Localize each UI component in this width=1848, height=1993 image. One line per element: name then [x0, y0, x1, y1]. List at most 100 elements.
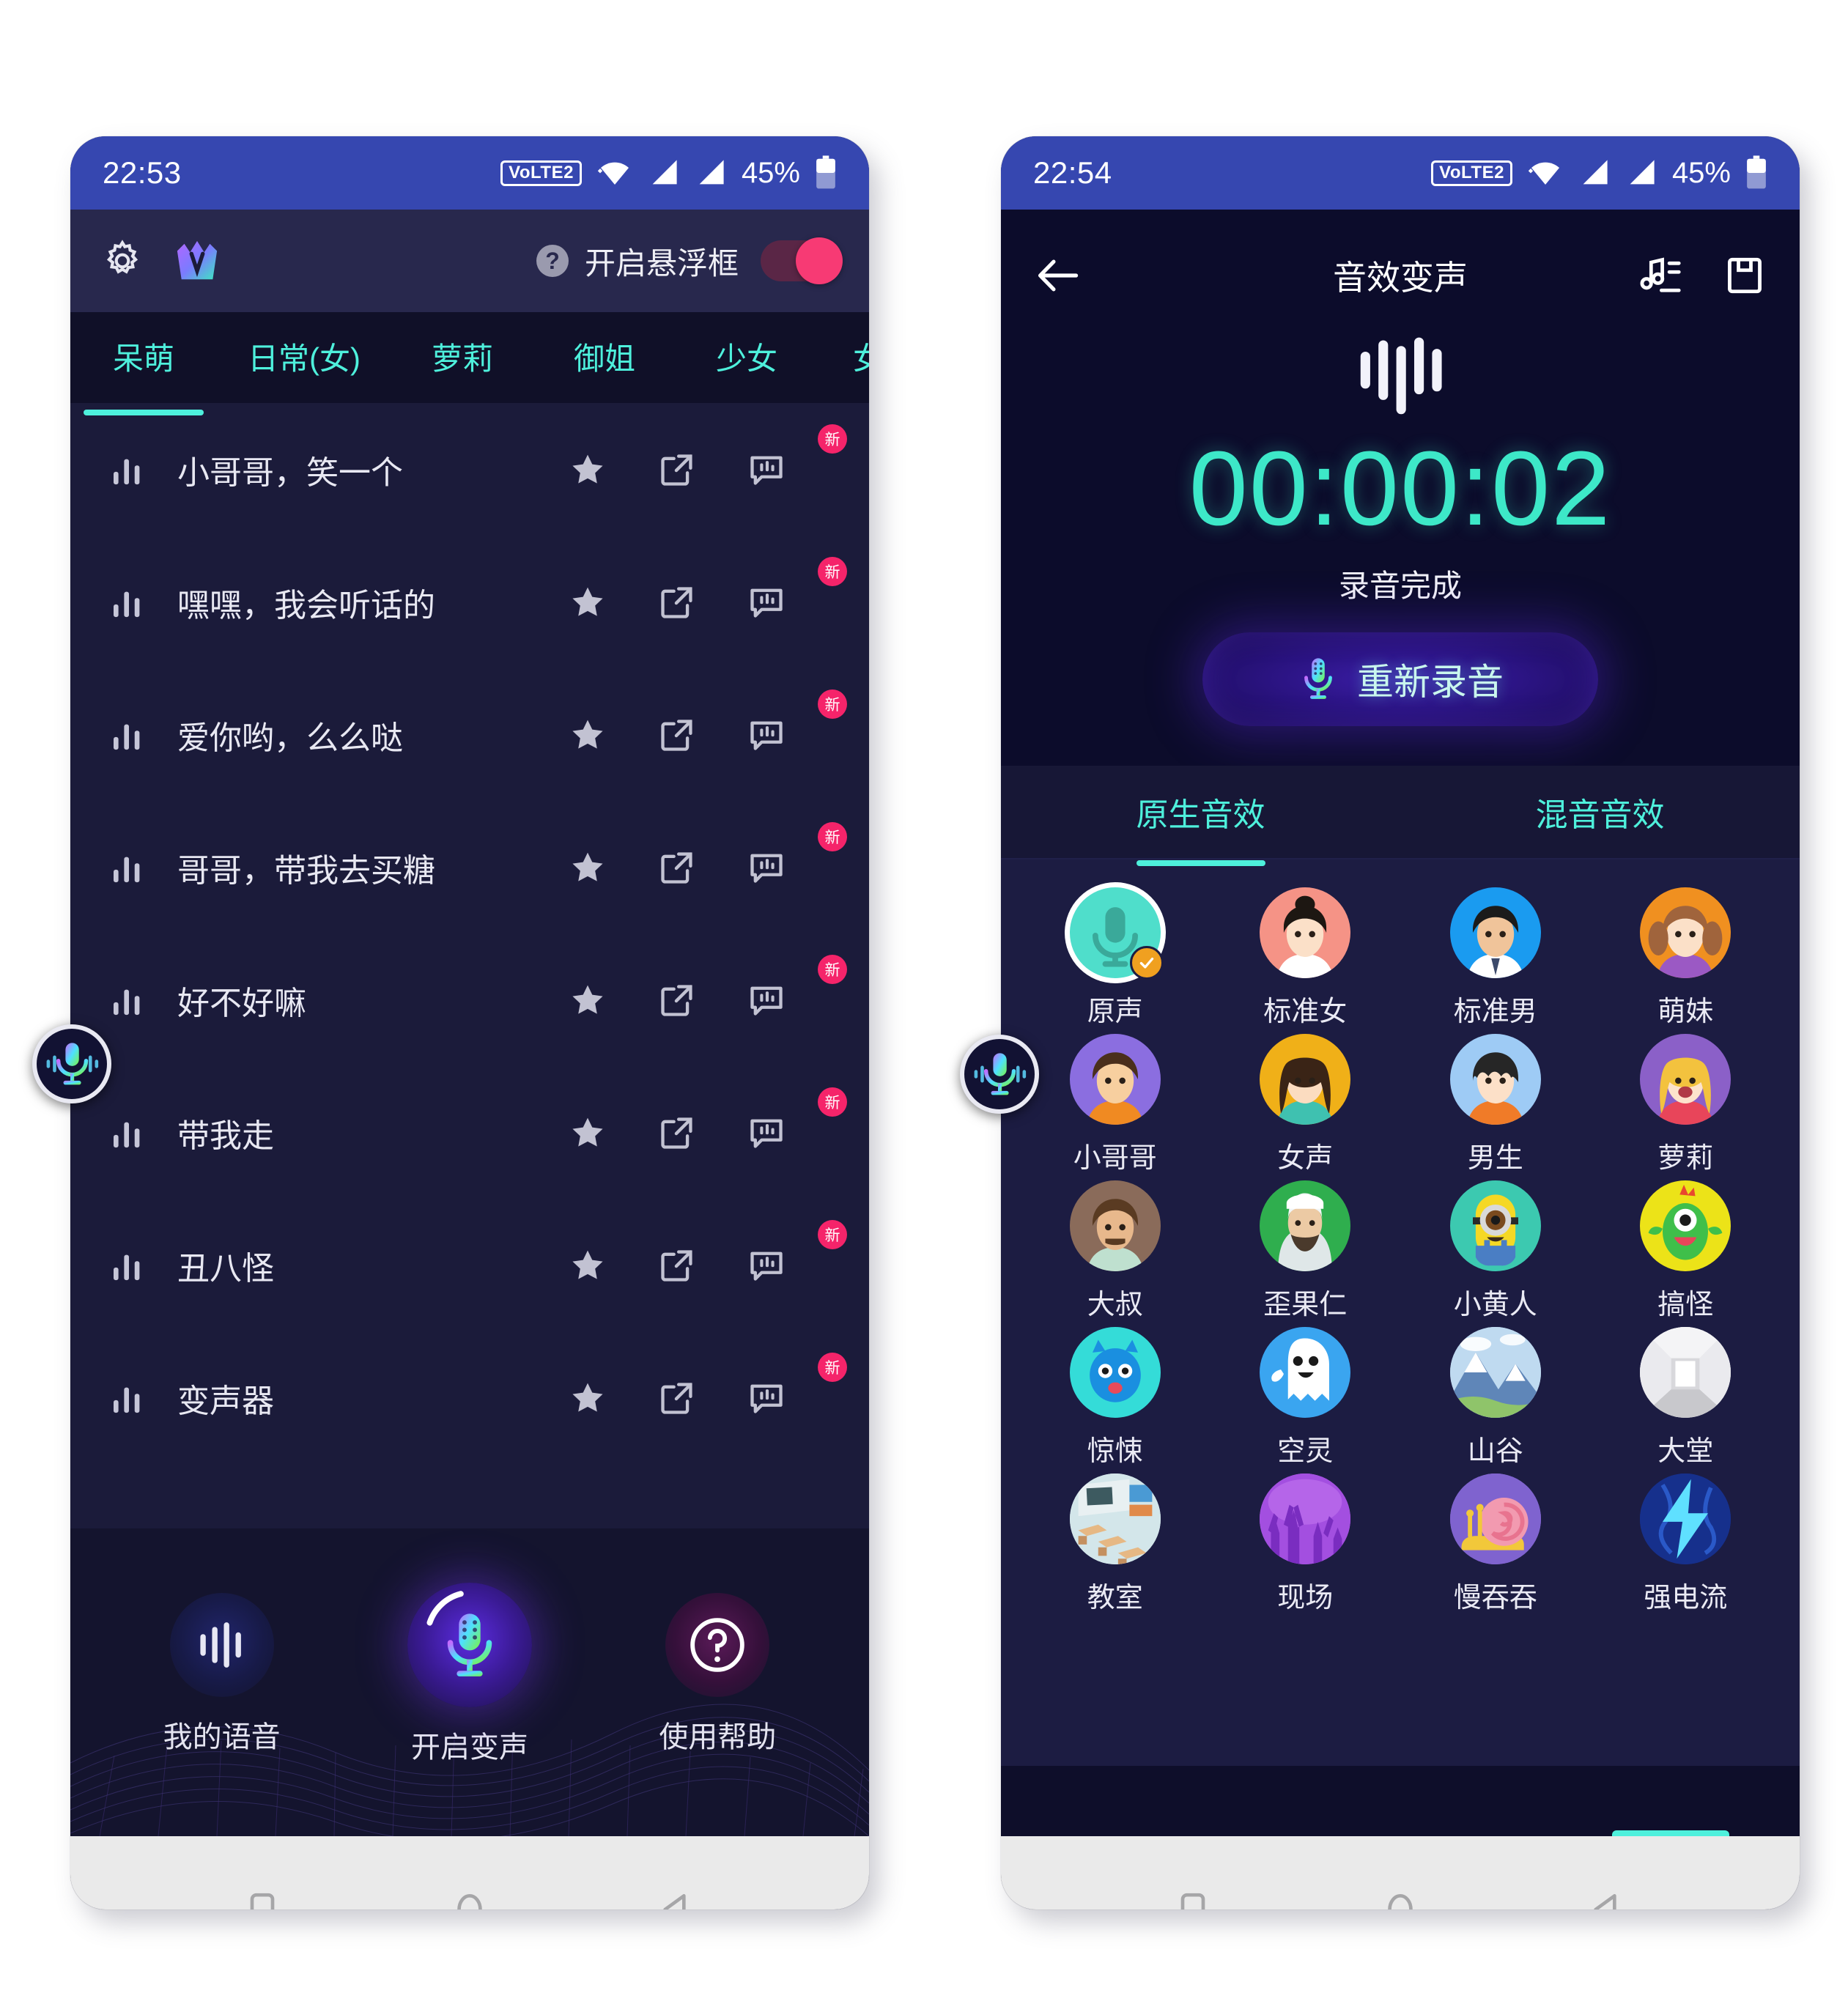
square-recents-icon[interactable]: [242, 1889, 283, 1909]
effect-cell-17[interactable]: 现场: [1211, 1474, 1401, 1620]
right-screen: 音效变声 00:00:02 录音完成 重新录音 原生音效 混音音效 原声 标准女…: [1001, 210, 1800, 1836]
star-icon[interactable]: [569, 1114, 607, 1152]
circle-home-icon[interactable]: [449, 1889, 490, 1909]
square-recents-icon[interactable]: [1172, 1889, 1213, 1909]
deck-item-my-voice[interactable]: 我的语音: [163, 1593, 281, 1756]
effect-cell-0[interactable]: 原声: [1020, 887, 1211, 1034]
category-tab-3[interactable]: 御姐: [533, 334, 676, 379]
triangle-back-icon[interactable]: [657, 1889, 698, 1909]
effect-cell-12[interactable]: 惊悚: [1020, 1327, 1211, 1474]
rerecord-button[interactable]: 重新录音: [1202, 632, 1598, 726]
star-icon[interactable]: [569, 1379, 607, 1417]
speech-bubble-icon[interactable]: [747, 1379, 786, 1417]
external-link-icon[interactable]: [658, 1246, 696, 1284]
effect-cell-13[interactable]: 空灵: [1211, 1327, 1401, 1474]
star-icon[interactable]: [569, 451, 607, 489]
effect-cell-7[interactable]: 萝莉: [1591, 1034, 1781, 1180]
category-tab-0[interactable]: 呆萌: [70, 334, 217, 415]
floating-mic-bubble[interactable]: [960, 1035, 1039, 1114]
speech-bubble-icon[interactable]: [747, 716, 786, 754]
effect-cell-19[interactable]: 强电流: [1591, 1474, 1781, 1620]
new-badge: 新: [818, 689, 847, 719]
float-window-toggle[interactable]: [761, 237, 843, 284]
external-link-icon[interactable]: [658, 848, 696, 887]
snail-icon: [1449, 1474, 1541, 1564]
category-tab-4[interactable]: 少女: [676, 334, 818, 379]
triangle-back-icon[interactable]: [1587, 1889, 1628, 1909]
voice-list-row[interactable]: 丑八怪 新: [70, 1199, 869, 1331]
deck-item-start-changer[interactable]: 开启变声: [407, 1583, 532, 1766]
voice-list-row[interactable]: 爱你哟，么么哒 新: [70, 668, 869, 801]
star-icon[interactable]: [569, 716, 607, 754]
effect-label: 山谷: [1467, 1436, 1523, 1467]
effect-tab-1[interactable]: 混音音效: [1400, 788, 1800, 835]
star-icon[interactable]: [569, 583, 607, 621]
speech-bubble-icon[interactable]: [747, 451, 786, 489]
effect-cell-3[interactable]: 萌妹: [1591, 887, 1781, 1034]
speech-bubble-icon[interactable]: [747, 583, 786, 621]
speech-bubble-icon[interactable]: [747, 1114, 786, 1152]
effect-cell-4[interactable]: 小哥哥: [1020, 1034, 1211, 1180]
star-icon[interactable]: [569, 848, 607, 887]
man-face-icon: [1449, 887, 1541, 978]
effect-tab-0[interactable]: 原生音效: [1001, 788, 1400, 866]
effect-label: 小黄人: [1453, 1290, 1537, 1320]
gear-icon[interactable]: [100, 238, 145, 284]
save-floppy-icon[interactable]: [1723, 254, 1766, 297]
mountain-scene: [1449, 1327, 1541, 1418]
effect-cell-14[interactable]: 山谷: [1400, 1327, 1591, 1474]
effect-label: 标准男: [1453, 996, 1537, 1027]
star-icon[interactable]: [569, 1246, 607, 1284]
circle-home-icon[interactable]: [1380, 1889, 1421, 1909]
external-link-icon[interactable]: [658, 1379, 696, 1417]
effect-cell-11[interactable]: 搞怪: [1591, 1180, 1781, 1327]
effect-cell-5[interactable]: 女声: [1211, 1034, 1401, 1180]
external-link-icon[interactable]: [658, 451, 696, 489]
external-link-icon[interactable]: [658, 1114, 696, 1152]
external-link-icon[interactable]: [658, 981, 696, 1019]
voice-list-row[interactable]: 变声器 新: [70, 1331, 869, 1464]
question-circle-icon[interactable]: ?: [536, 245, 569, 277]
effect-cell-15[interactable]: 大堂: [1591, 1327, 1781, 1474]
effect-cell-8[interactable]: 大叔: [1020, 1180, 1211, 1327]
lightning-icon: [1640, 1474, 1731, 1564]
loli-face-icon: [1640, 1034, 1731, 1125]
effect-label: 现场: [1277, 1583, 1334, 1613]
effect-cell-2[interactable]: 标准男: [1400, 887, 1591, 1034]
voice-list-row[interactable]: 好不好嘛 新: [70, 933, 869, 1066]
android-nav-bar: [1001, 1836, 1800, 1909]
crown-logo-icon[interactable]: [173, 238, 221, 284]
voice-row-label: 小哥哥，笑一个: [177, 454, 403, 491]
effect-cell-18[interactable]: 慢吞吞: [1400, 1474, 1591, 1620]
effect-cell-10[interactable]: 小黄人: [1400, 1180, 1591, 1327]
arrow-left-icon[interactable]: [1035, 254, 1083, 297]
floating-mic-bubble[interactable]: [32, 1024, 111, 1103]
category-tab-2[interactable]: 萝莉: [391, 334, 533, 379]
external-link-icon[interactable]: [658, 716, 696, 754]
speech-bubble-icon[interactable]: [747, 848, 786, 887]
new-badge: 新: [818, 1087, 847, 1117]
voice-row-actions: 新: [569, 689, 847, 754]
voice-list-row[interactable]: 带我走 新: [70, 1066, 869, 1199]
effect-cell-6[interactable]: 男生: [1400, 1034, 1591, 1180]
speech-bubble-icon[interactable]: [747, 981, 786, 1019]
star-icon[interactable]: [569, 981, 607, 1019]
effect-cell-16[interactable]: 教室: [1020, 1474, 1211, 1620]
voice-list-row[interactable]: 小哥哥，笑一个 新: [70, 403, 869, 536]
avatar-face: [1087, 1052, 1144, 1125]
effect-cell-9[interactable]: 歪果仁: [1211, 1180, 1401, 1327]
snail: [1449, 1474, 1541, 1564]
music-note-list-icon[interactable]: [1637, 254, 1682, 297]
avatar-face: [1467, 1052, 1524, 1125]
left-phone: 22:53 VoLTE2 45% ? 开启悬浮框 呆萌 日常(女) 萝莉 御姐 …: [70, 136, 869, 1909]
category-tab-5[interactable]: 女友: [818, 334, 869, 379]
deck-item-help[interactable]: 使用帮助: [659, 1593, 776, 1756]
hall: [1640, 1327, 1731, 1418]
speech-bubble-icon[interactable]: [747, 1246, 786, 1284]
external-link-icon[interactable]: [658, 583, 696, 621]
voice-list-row[interactable]: 嘿嘿，我会听话的 新: [70, 536, 869, 668]
uncle-face-icon: [1069, 1180, 1161, 1271]
category-tab-1[interactable]: 日常(女): [217, 334, 391, 379]
effect-cell-1[interactable]: 标准女: [1211, 887, 1401, 1034]
voice-list-row[interactable]: 哥哥，带我去买糖 新: [70, 801, 869, 933]
